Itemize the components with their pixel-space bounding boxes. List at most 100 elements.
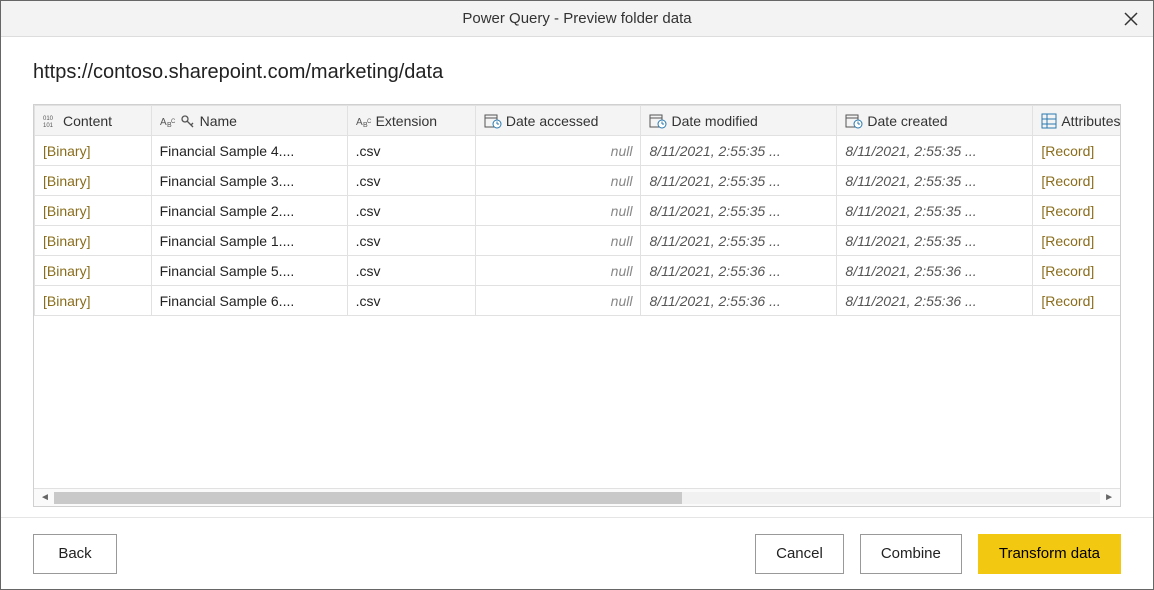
binary-link[interactable]: [Binary] xyxy=(43,263,90,279)
column-header-content[interactable]: 010101 Content xyxy=(35,106,152,136)
content-area: https://contoso.sharepoint.com/marketing… xyxy=(1,37,1153,517)
column-label: Date created xyxy=(867,113,947,129)
cell-name: Financial Sample 3.... xyxy=(151,166,347,196)
text-type-icon: ABC xyxy=(160,113,176,129)
cell-date-accessed: null xyxy=(475,196,641,226)
cancel-button[interactable]: Cancel xyxy=(755,534,844,574)
cell-extension: .csv xyxy=(347,166,475,196)
record-link[interactable]: [Record] xyxy=(1041,173,1094,189)
scrollbar-track[interactable] xyxy=(54,492,1100,504)
table-header-row: 010101 Content ABC Name xyxy=(35,106,1121,136)
table-row[interactable]: [Binary]Financial Sample 5.....csvnull8/… xyxy=(35,256,1121,286)
cell-attributes: [Record] xyxy=(1033,286,1120,316)
datetime-type-icon xyxy=(484,113,502,129)
table-row[interactable]: [Binary]Financial Sample 3.....csvnull8/… xyxy=(35,166,1121,196)
svg-text:C: C xyxy=(367,119,372,125)
cell-date-created: 8/11/2021, 2:55:35 ... xyxy=(837,136,1033,166)
svg-text:A: A xyxy=(356,117,363,128)
binary-link[interactable]: [Binary] xyxy=(43,203,90,219)
record-type-icon xyxy=(1041,113,1057,129)
table-row[interactable]: [Binary]Financial Sample 1.....csvnull8/… xyxy=(35,226,1121,256)
column-label: Date accessed xyxy=(506,113,599,129)
combine-button[interactable]: Combine xyxy=(860,534,962,574)
column-label: Extension xyxy=(376,113,437,129)
cell-name: Financial Sample 1.... xyxy=(151,226,347,256)
cell-date-modified: 8/11/2021, 2:55:35 ... xyxy=(641,196,837,226)
cell-attributes: [Record] xyxy=(1033,136,1120,166)
binary-link[interactable]: [Binary] xyxy=(43,143,90,159)
cell-extension: .csv xyxy=(347,226,475,256)
column-label: Attributes xyxy=(1061,113,1120,129)
preview-table: 010101 Content ABC Name xyxy=(34,105,1120,316)
transform-data-button[interactable]: Transform data xyxy=(978,534,1121,574)
cell-date-accessed: null xyxy=(475,136,641,166)
cell-date-modified: 8/11/2021, 2:55:35 ... xyxy=(641,166,837,196)
scroll-right-arrow-icon[interactable]: ► xyxy=(1104,492,1114,503)
cell-attributes: [Record] xyxy=(1033,196,1120,226)
record-link[interactable]: [Record] xyxy=(1041,233,1094,249)
record-link[interactable]: [Record] xyxy=(1041,203,1094,219)
cell-date-modified: 8/11/2021, 2:55:35 ... xyxy=(641,136,837,166)
dialog-window: Power Query - Preview folder data https:… xyxy=(0,0,1154,590)
cell-date-created: 8/11/2021, 2:55:35 ... xyxy=(837,166,1033,196)
scrollbar-thumb[interactable] xyxy=(54,492,682,504)
record-link[interactable]: [Record] xyxy=(1041,143,1094,159)
table-row[interactable]: [Binary]Financial Sample 4.....csvnull8/… xyxy=(35,136,1121,166)
cell-date-modified: 8/11/2021, 2:55:36 ... xyxy=(641,256,837,286)
cell-extension: .csv xyxy=(347,286,475,316)
column-header-date-modified[interactable]: Date modified xyxy=(641,106,837,136)
svg-text:010: 010 xyxy=(43,116,54,122)
cell-date-modified: 8/11/2021, 2:55:35 ... xyxy=(641,226,837,256)
cell-name: Financial Sample 5.... xyxy=(151,256,347,286)
svg-text:A: A xyxy=(160,117,167,128)
binary-type-icon: 010101 xyxy=(43,113,59,129)
cell-date-accessed: null xyxy=(475,286,641,316)
column-header-date-created[interactable]: Date created xyxy=(837,106,1033,136)
record-link[interactable]: [Record] xyxy=(1041,263,1094,279)
svg-text:101: 101 xyxy=(43,123,54,129)
cell-extension: .csv xyxy=(347,136,475,166)
cell-date-accessed: null xyxy=(475,256,641,286)
datetime-type-icon xyxy=(845,113,863,129)
table-row[interactable]: [Binary]Financial Sample 2.....csvnull8/… xyxy=(35,196,1121,226)
cell-extension: .csv xyxy=(347,196,475,226)
datetime-type-icon xyxy=(649,113,667,129)
cell-date-created: 8/11/2021, 2:55:35 ... xyxy=(837,196,1033,226)
column-header-extension[interactable]: ABC Extension xyxy=(347,106,475,136)
column-header-name[interactable]: ABC Name xyxy=(151,106,347,136)
preview-table-container: 010101 Content ABC Name xyxy=(33,104,1121,507)
table-scroll-region[interactable]: 010101 Content ABC Name xyxy=(34,105,1120,488)
cell-date-created: 8/11/2021, 2:55:36 ... xyxy=(837,256,1033,286)
cell-date-created: 8/11/2021, 2:55:36 ... xyxy=(837,286,1033,316)
folder-path: https://contoso.sharepoint.com/marketing… xyxy=(33,61,1121,84)
column-header-date-accessed[interactable]: Date accessed xyxy=(475,106,641,136)
horizontal-scrollbar[interactable]: ◄ ► xyxy=(34,488,1120,506)
cell-date-accessed: null xyxy=(475,166,641,196)
cell-attributes: [Record] xyxy=(1033,256,1120,286)
cell-date-created: 8/11/2021, 2:55:35 ... xyxy=(837,226,1033,256)
close-button[interactable] xyxy=(1117,5,1145,33)
cell-date-accessed: null xyxy=(475,226,641,256)
cell-extension: .csv xyxy=(347,256,475,286)
column-header-attributes[interactable]: Attributes xyxy=(1033,106,1120,136)
column-label: Date modified xyxy=(671,113,757,129)
cell-name: Financial Sample 2.... xyxy=(151,196,347,226)
text-type-icon: ABC xyxy=(356,113,372,129)
cell-name: Financial Sample 6.... xyxy=(151,286,347,316)
titlebar: Power Query - Preview folder data xyxy=(1,1,1153,37)
table-row[interactable]: [Binary]Financial Sample 6.....csvnull8/… xyxy=(35,286,1121,316)
binary-link[interactable]: [Binary] xyxy=(43,233,90,249)
back-button[interactable]: Back xyxy=(33,534,117,574)
cell-attributes: [Record] xyxy=(1033,166,1120,196)
dialog-footer: Back Cancel Combine Transform data xyxy=(1,517,1153,589)
svg-text:C: C xyxy=(171,119,176,125)
close-icon xyxy=(1124,12,1138,26)
binary-link[interactable]: [Binary] xyxy=(43,173,90,189)
key-icon xyxy=(180,113,196,129)
column-label: Content xyxy=(63,113,112,129)
record-link[interactable]: [Record] xyxy=(1041,293,1094,309)
scroll-left-arrow-icon[interactable]: ◄ xyxy=(40,492,50,503)
cell-date-modified: 8/11/2021, 2:55:36 ... xyxy=(641,286,837,316)
binary-link[interactable]: [Binary] xyxy=(43,293,90,309)
cell-attributes: [Record] xyxy=(1033,226,1120,256)
